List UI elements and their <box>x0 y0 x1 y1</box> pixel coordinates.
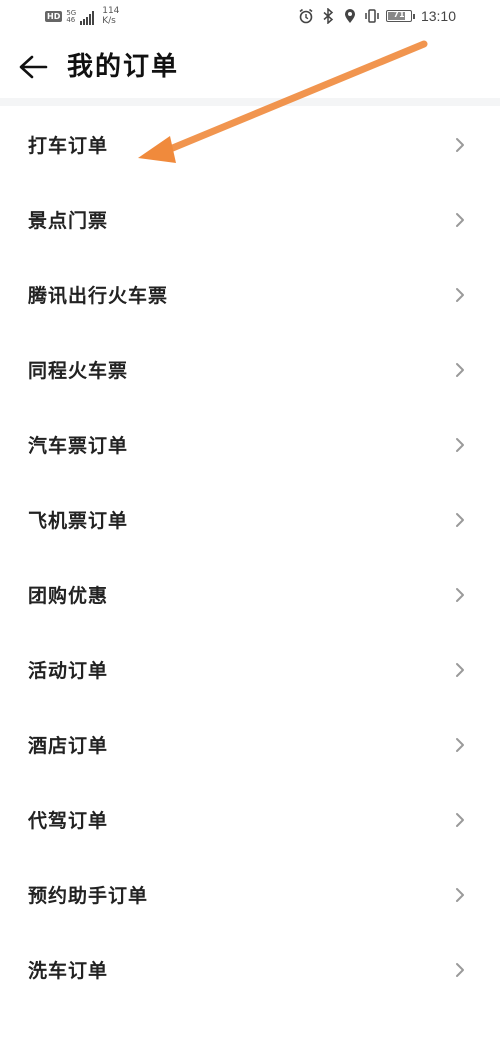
page-title: 我的订单 <box>67 52 180 82</box>
network-speed: 114 K/s <box>102 6 119 26</box>
order-item-label: 预约助手订单 <box>28 885 149 907</box>
status-time: 13:10 <box>420 8 456 24</box>
hd-badge: HD <box>45 11 63 22</box>
order-list-item[interactable]: 预约助手订单 <box>0 858 500 933</box>
status-bar-left: HD 5G 46 114 K/s <box>45 6 119 26</box>
order-list-item[interactable]: 洗车订单 <box>0 933 500 1008</box>
status-bar: HD 5G 46 114 K/s 71 13:10 <box>0 0 500 36</box>
header-divider <box>0 98 500 106</box>
order-item-label: 活动订单 <box>28 660 109 682</box>
order-list-item[interactable]: 汽车票订单 <box>0 408 500 483</box>
order-item-label: 代驾订单 <box>28 810 109 832</box>
arrow-left-icon <box>19 55 48 79</box>
order-item-label: 酒店订单 <box>28 735 109 757</box>
order-item-label: 同程火车票 <box>28 360 129 382</box>
order-list-item[interactable]: 打车订单 <box>0 108 500 183</box>
order-list-item[interactable]: 飞机票订单 <box>0 483 500 558</box>
order-list-item[interactable]: 活动订单 <box>0 633 500 708</box>
bluetooth-icon <box>320 8 336 24</box>
chevron-right-icon <box>456 963 464 977</box>
order-item-label: 腾讯出行火车票 <box>28 285 169 307</box>
chevron-right-icon <box>456 738 464 752</box>
order-list-item[interactable]: 同程火车票 <box>0 333 500 408</box>
chevron-right-icon <box>456 363 464 377</box>
chevron-right-icon <box>456 213 464 227</box>
order-list-item[interactable]: 代驾订单 <box>0 783 500 858</box>
network-speed-unit: K/s <box>102 16 116 26</box>
order-item-label: 汽车票订单 <box>28 435 129 457</box>
location-icon <box>342 8 358 24</box>
vibrate-icon <box>364 8 380 24</box>
order-list-item[interactable]: 酒店订单 <box>0 708 500 783</box>
network-type-bottom: 46 <box>66 16 76 24</box>
back-button[interactable] <box>16 50 50 84</box>
status-bar-right: 71 13:10 <box>298 8 456 24</box>
network-speed-value: 114 <box>102 6 120 16</box>
page-header: 我的订单 <box>0 36 500 98</box>
chevron-right-icon <box>456 513 464 527</box>
order-list-item[interactable]: 团购优惠 <box>0 558 500 633</box>
chevron-right-icon <box>456 813 464 827</box>
order-list-item[interactable]: 景点门票 <box>0 183 500 258</box>
chevron-right-icon <box>456 288 464 302</box>
order-list: 打车订单景点门票腾讯出行火车票 同程火车票汽车票订单飞机票订单团购优惠活动订单酒店… <box>0 108 500 1008</box>
order-item-label: 飞机票订单 <box>28 510 129 532</box>
alarm-icon <box>298 8 314 24</box>
battery-icon: 71 <box>385 10 415 22</box>
order-list-item[interactable]: 腾讯出行火车票 <box>0 258 500 333</box>
order-item-label: 团购优惠 <box>28 585 109 607</box>
order-item-label: 洗车订单 <box>28 960 109 982</box>
chevron-right-icon <box>456 888 464 902</box>
order-item-label: 打车订单 <box>28 135 109 157</box>
signal-icon <box>80 11 95 25</box>
order-item-label: 景点门票 <box>28 210 109 232</box>
network-type: 5G 46 <box>66 10 76 24</box>
chevron-right-icon <box>456 138 464 152</box>
chevron-right-icon <box>456 663 464 677</box>
chevron-right-icon <box>456 438 464 452</box>
chevron-right-icon <box>456 588 464 602</box>
battery-level: 71 <box>393 10 405 19</box>
